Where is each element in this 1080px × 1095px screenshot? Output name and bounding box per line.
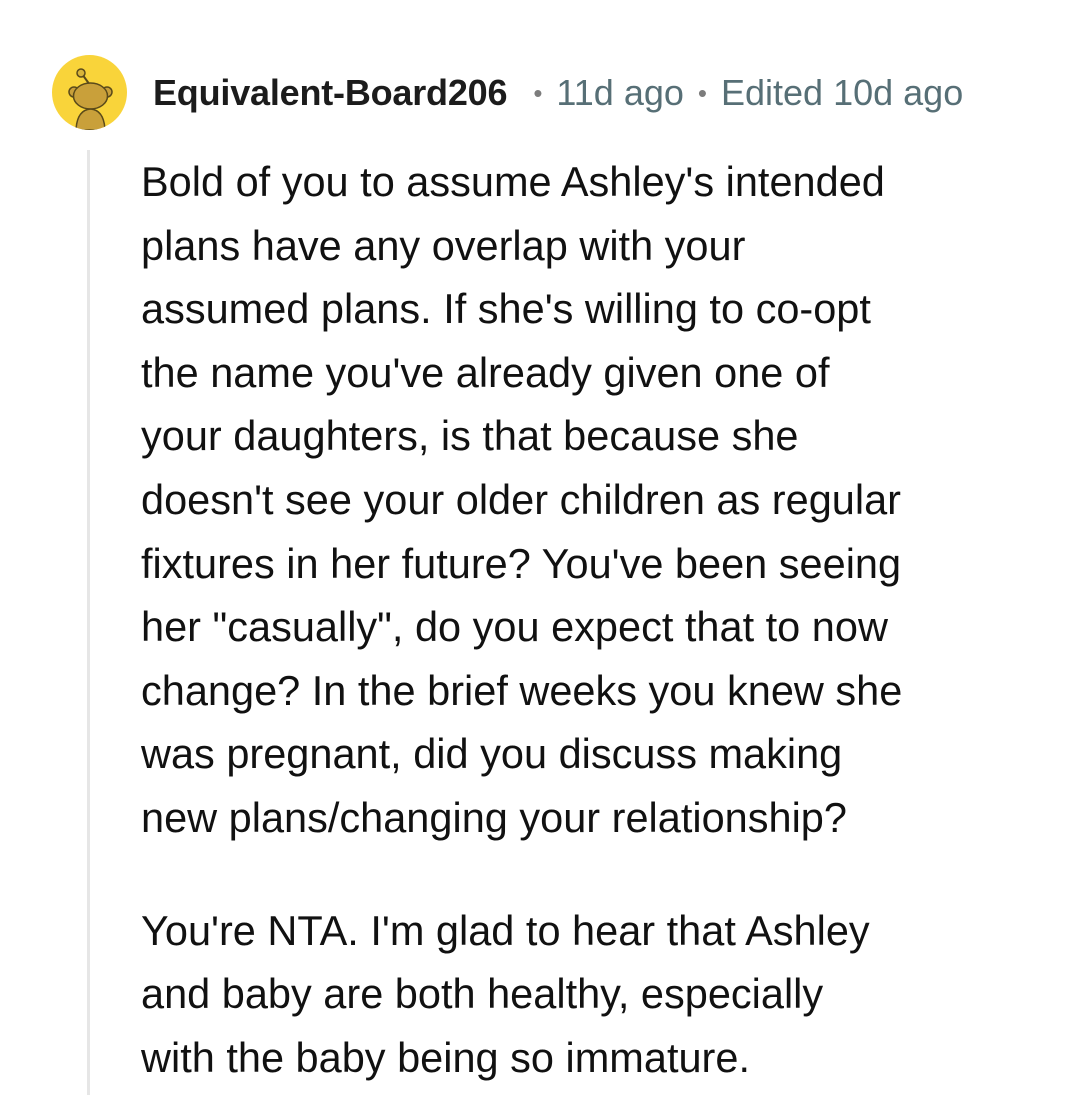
comment-paragraph: Bold of you to assume Ashley's intended … [141, 158, 903, 841]
meta-separator: • [533, 77, 543, 108]
comment-body: Bold of you to assume Ashley's intended … [141, 150, 1041, 1089]
thread-line[interactable] [87, 150, 90, 1095]
comment-author[interactable]: Equivalent-Board206 [153, 72, 508, 114]
comment-paragraph: You're NTA. I'm glad to hear that Ashley… [141, 906, 870, 1081]
user-avatar[interactable] [52, 55, 127, 130]
meta-separator: • [697, 77, 707, 108]
snoo-avatar-icon [68, 68, 113, 130]
comment-edited-label: Edited 10d ago [721, 72, 964, 113]
comment-timestamp[interactable]: 11d ago [556, 72, 683, 114]
comment-header: Equivalent-Board206 • 11d ago • Edited 1… [153, 70, 963, 116]
